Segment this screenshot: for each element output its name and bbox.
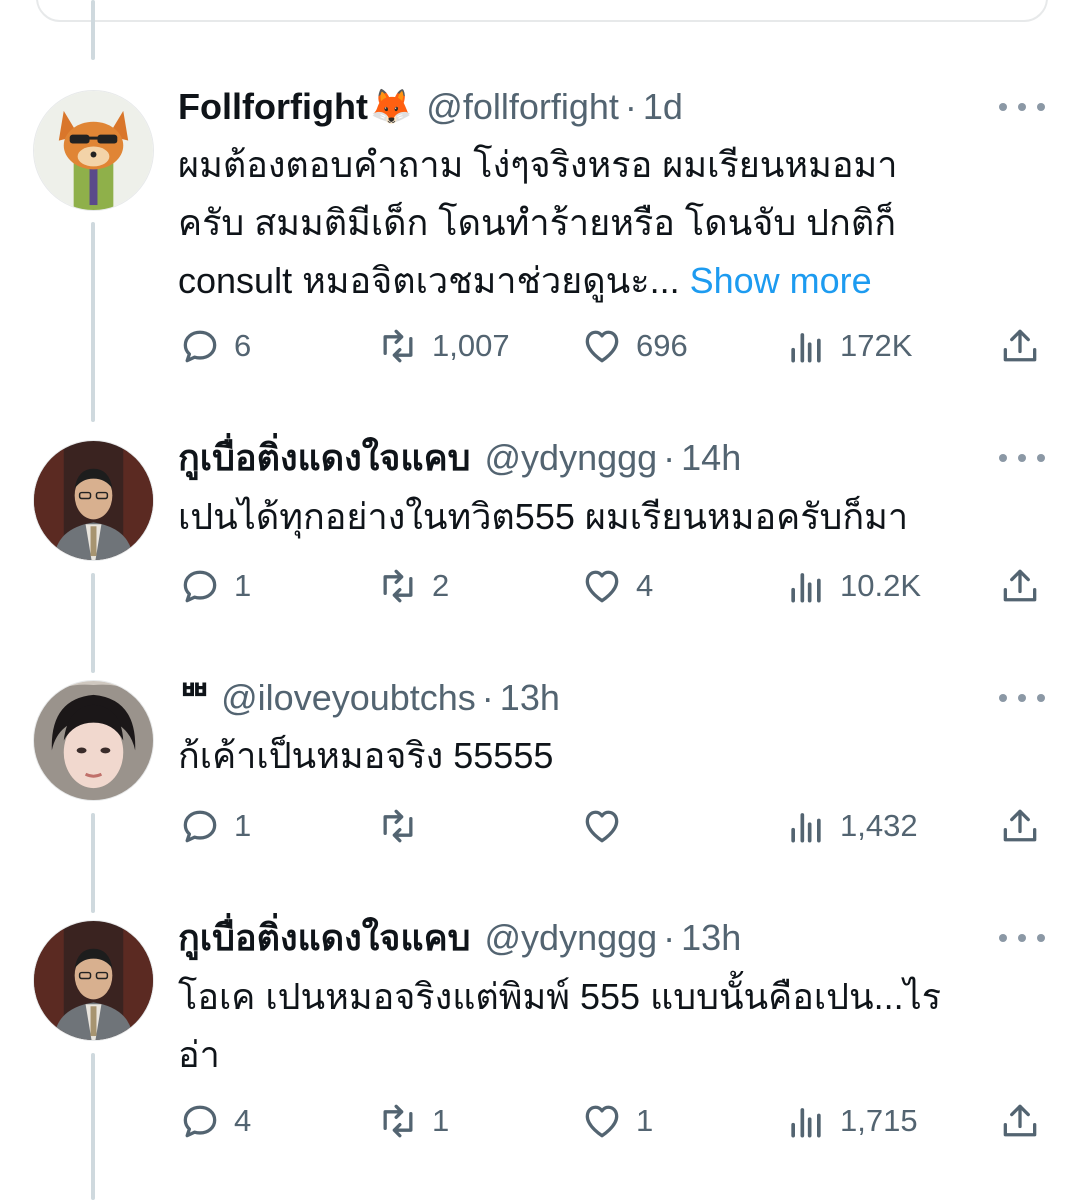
tweet-actions: 4 1 1 1,715 [0, 1096, 1083, 1146]
avatar[interactable] [33, 920, 154, 1041]
tweet-text-line: อ่า [178, 1034, 220, 1075]
retweet-icon [383, 1104, 413, 1138]
like-button[interactable]: 1 [580, 1096, 653, 1146]
tweet-text: โอเค เปนหมอจริงแต่พิมพ์ 555 แบบนั้นคือเป… [178, 968, 1023, 1084]
tweet-text-line: โอเค เปนหมอจริงแต่พิมพ์ 555 แบบนั้นคือเป… [178, 976, 942, 1017]
heart-icon [585, 1105, 619, 1138]
views-button[interactable]: 1,715 [784, 1096, 918, 1146]
display-name[interactable]: กูเบื่อติ่งแดงใจแคบ [178, 913, 471, 963]
like-count: 1 [636, 1103, 654, 1138]
view-count: 1,715 [840, 1103, 918, 1138]
views-icon [791, 1108, 821, 1138]
man-in-suit-avatar [34, 921, 153, 1040]
reply-count: 4 [234, 1103, 252, 1138]
share-icon [1003, 1104, 1037, 1137]
reply-thread: Follforfight 🦊 @follforfight · 1d ผมต้อง… [0, 0, 1083, 1200]
user-handle[interactable]: @ydynggg [485, 913, 658, 963]
reply-button[interactable]: 4 [178, 1096, 251, 1146]
more-icon[interactable] [999, 928, 1045, 948]
tweet[interactable]: กูเบื่อติ่งแดงใจแคบ @ydynggg · 13h โอเค … [0, 0, 1083, 1200]
tweet-header: กูเบื่อติ่งแดงใจแคบ @ydynggg · 13h [178, 913, 1003, 963]
reply-icon [183, 1105, 217, 1138]
retweet-count: 1 [432, 1103, 450, 1138]
separator: · [663, 917, 676, 958]
timestamp[interactable]: 13h [681, 913, 741, 963]
retweet-button[interactable]: 1 [376, 1096, 449, 1146]
share-button[interactable] [998, 1096, 1042, 1146]
